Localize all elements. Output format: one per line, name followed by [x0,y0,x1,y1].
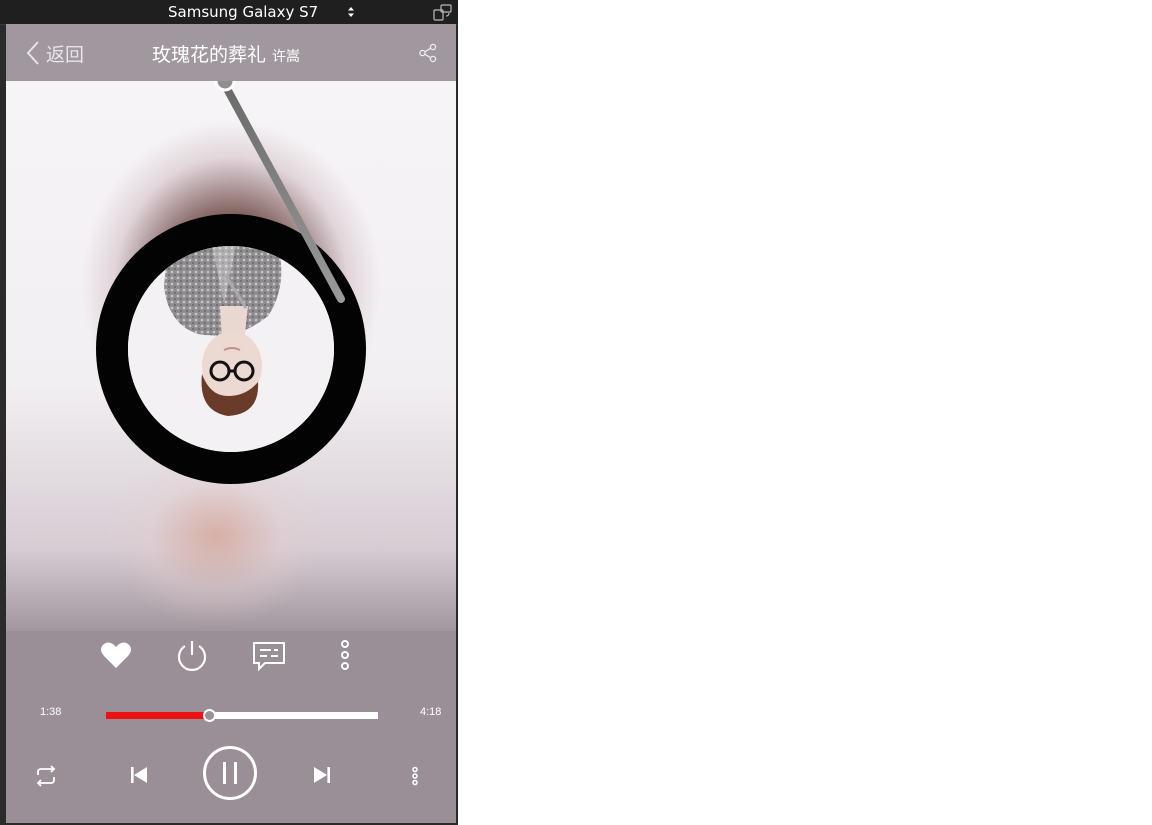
song-heading: 玫瑰花的葬礼 许嵩 [152,40,300,67]
device-select[interactable]: Samsung Galaxy S7 [168,3,318,21]
song-title: 玫瑰花的葬礼 [152,44,267,66]
heart-icon[interactable] [98,637,134,673]
skip-previous-icon[interactable] [128,764,150,786]
back-button[interactable]: 返回 [26,39,84,67]
album-cover [128,246,334,452]
skip-next-icon[interactable] [311,764,333,786]
select-arrows-icon[interactable] [345,5,357,19]
chevron-left-icon [26,41,39,65]
device-toolbar: Samsung Galaxy S7 [0,0,458,25]
comment-icon[interactable] [251,637,287,673]
app-screen: 返回 玫瑰花的葬礼 许嵩 1:38 4:18 [6,24,456,823]
total-duration: 4:18 [420,706,442,718]
seek-progress-fill [106,712,210,719]
elapsed-time: 1:38 [40,706,62,718]
album-stage [6,81,456,631]
seek-track[interactable] [106,709,378,722]
album-cover-image [128,246,334,452]
progress-bar: 1:38 4:18 [6,696,456,732]
back-label: 返回 [46,43,85,66]
song-artist: 许嵩 [272,49,301,65]
repeat-icon[interactable] [34,764,58,788]
power-icon[interactable] [174,637,210,673]
share-icon[interactable] [418,43,438,63]
rotate-device-icon[interactable] [432,3,454,21]
device-frame: Samsung Galaxy S7 返回 玫瑰花的葬礼 许嵩 1:38 4:18 [0,0,458,825]
player-header: 返回 玫瑰花的葬礼 许嵩 [6,24,456,81]
seek-thumb[interactable] [203,709,217,722]
more-vertical-icon[interactable] [327,637,363,673]
vinyl-disc[interactable] [96,214,366,484]
more-vertical-icon[interactable] [408,766,422,786]
song-actions-bar [6,631,456,689]
playback-controls [6,742,456,806]
pause-icon[interactable] [202,745,258,801]
